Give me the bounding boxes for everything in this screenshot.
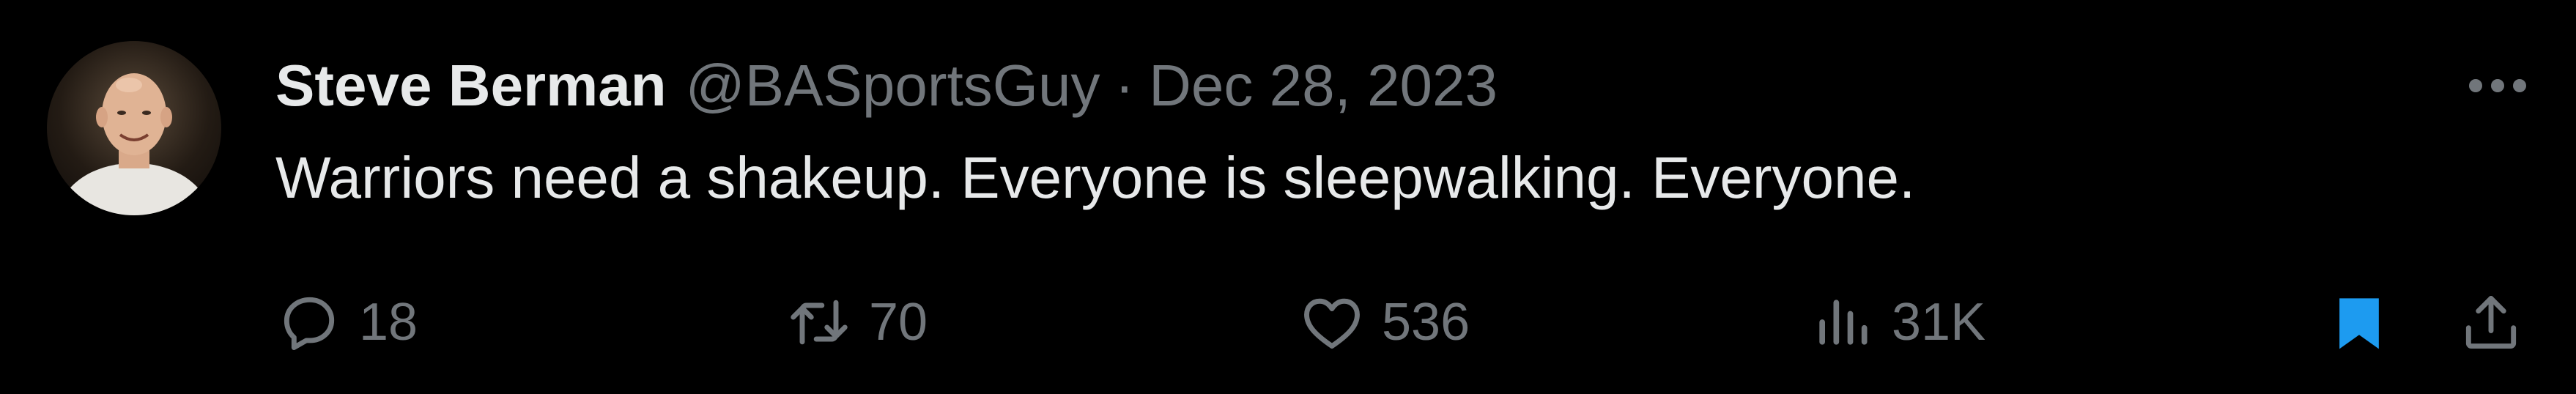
bookmark-button[interactable]: [2323, 278, 2396, 366]
tweet-date[interactable]: Dec 28, 2023: [1149, 45, 1498, 126]
action-bar: 18 70 536 31K: [0, 278, 2576, 366]
author-handle[interactable]: @BASportsGuy: [686, 45, 1100, 126]
views-count: 31K: [1892, 293, 1986, 352]
header-separator: ·: [1114, 53, 1135, 118]
views-icon: [1805, 286, 1879, 359]
like-count: 536: [1382, 293, 1470, 352]
like-icon: [1295, 286, 1369, 359]
bookmark-icon: [2323, 286, 2396, 359]
like-button[interactable]: 536: [1295, 278, 1470, 366]
share-icon: [2454, 286, 2528, 359]
avatar-image: [54, 73, 214, 215]
share-button[interactable]: [2454, 278, 2528, 366]
reply-button[interactable]: 18: [273, 278, 418, 366]
tweet-header: Steve Berman @BASportsGuy · Dec 28, 2023: [275, 45, 1498, 126]
reply-icon: [273, 286, 346, 359]
more-horizontal-icon: [2469, 79, 2526, 92]
views-button[interactable]: 31K: [1805, 278, 1985, 366]
tweet-card[interactable]: Steve Berman @BASportsGuy · Dec 28, 2023…: [0, 0, 2576, 394]
more-options-button[interactable]: [2457, 60, 2538, 111]
repost-count: 70: [869, 293, 928, 352]
tweet-text: Warriors need a shakeup. Everyone is sle…: [275, 145, 1916, 210]
repost-button[interactable]: 70: [782, 278, 928, 366]
reply-count: 18: [359, 293, 418, 352]
author-name[interactable]: Steve Berman: [275, 45, 667, 126]
avatar[interactable]: [47, 41, 221, 215]
repost-icon: [782, 286, 856, 359]
